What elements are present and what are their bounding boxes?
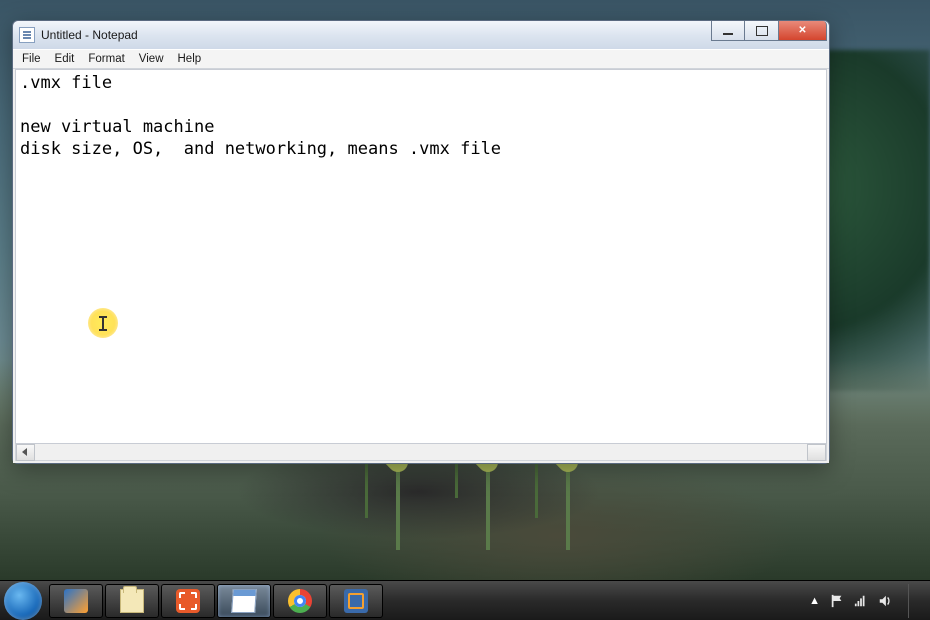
window-title: Untitled - Notepad: [41, 28, 138, 42]
menu-view[interactable]: View: [132, 51, 171, 67]
notepad-icon: [231, 589, 257, 613]
notepad-window: Untitled - Notepad File Edit Format View…: [12, 20, 830, 464]
taskbar-item-snipping-tool[interactable]: [161, 584, 215, 618]
menu-help[interactable]: Help: [171, 51, 209, 67]
taskbar-item-notepad[interactable]: [217, 584, 271, 618]
window-controls: [711, 21, 827, 41]
menu-format[interactable]: Format: [81, 51, 131, 67]
outlook-icon: [64, 589, 88, 613]
editor-container: .vmx file new virtual machine disk size,…: [13, 69, 829, 463]
horizontal-scrollbar[interactable]: [15, 444, 827, 461]
taskbar-item-outlook[interactable]: [49, 584, 103, 618]
volume-icon[interactable]: [878, 594, 892, 608]
snipping-tool-icon: [176, 589, 200, 613]
maximize-button[interactable]: [745, 21, 779, 41]
taskbar-item-chrome[interactable]: [273, 584, 327, 618]
vmware-icon: [344, 589, 368, 613]
menu-edit[interactable]: Edit: [48, 51, 82, 67]
menubar: File Edit Format View Help: [13, 49, 829, 69]
show-hidden-icons[interactable]: ▲: [809, 595, 820, 607]
menu-file[interactable]: File: [15, 51, 48, 67]
taskbar-item-vmware[interactable]: [329, 584, 383, 618]
network-signal-icon[interactable]: [854, 594, 868, 608]
minimize-button[interactable]: [711, 21, 745, 41]
text-editor[interactable]: .vmx file new virtual machine disk size,…: [15, 69, 827, 444]
taskbar: ▲: [0, 580, 930, 620]
chrome-icon: [288, 589, 312, 613]
titlebar[interactable]: Untitled - Notepad: [13, 21, 829, 49]
folder-icon: [120, 589, 144, 613]
notepad-app-icon: [19, 27, 35, 43]
start-button[interactable]: [4, 582, 42, 620]
close-button[interactable]: [779, 21, 827, 41]
taskbar-item-explorer[interactable]: [105, 584, 159, 618]
show-desktop-button[interactable]: [908, 584, 918, 618]
system-tray: ▲: [809, 584, 926, 618]
action-center-flag-icon[interactable]: [830, 594, 844, 608]
